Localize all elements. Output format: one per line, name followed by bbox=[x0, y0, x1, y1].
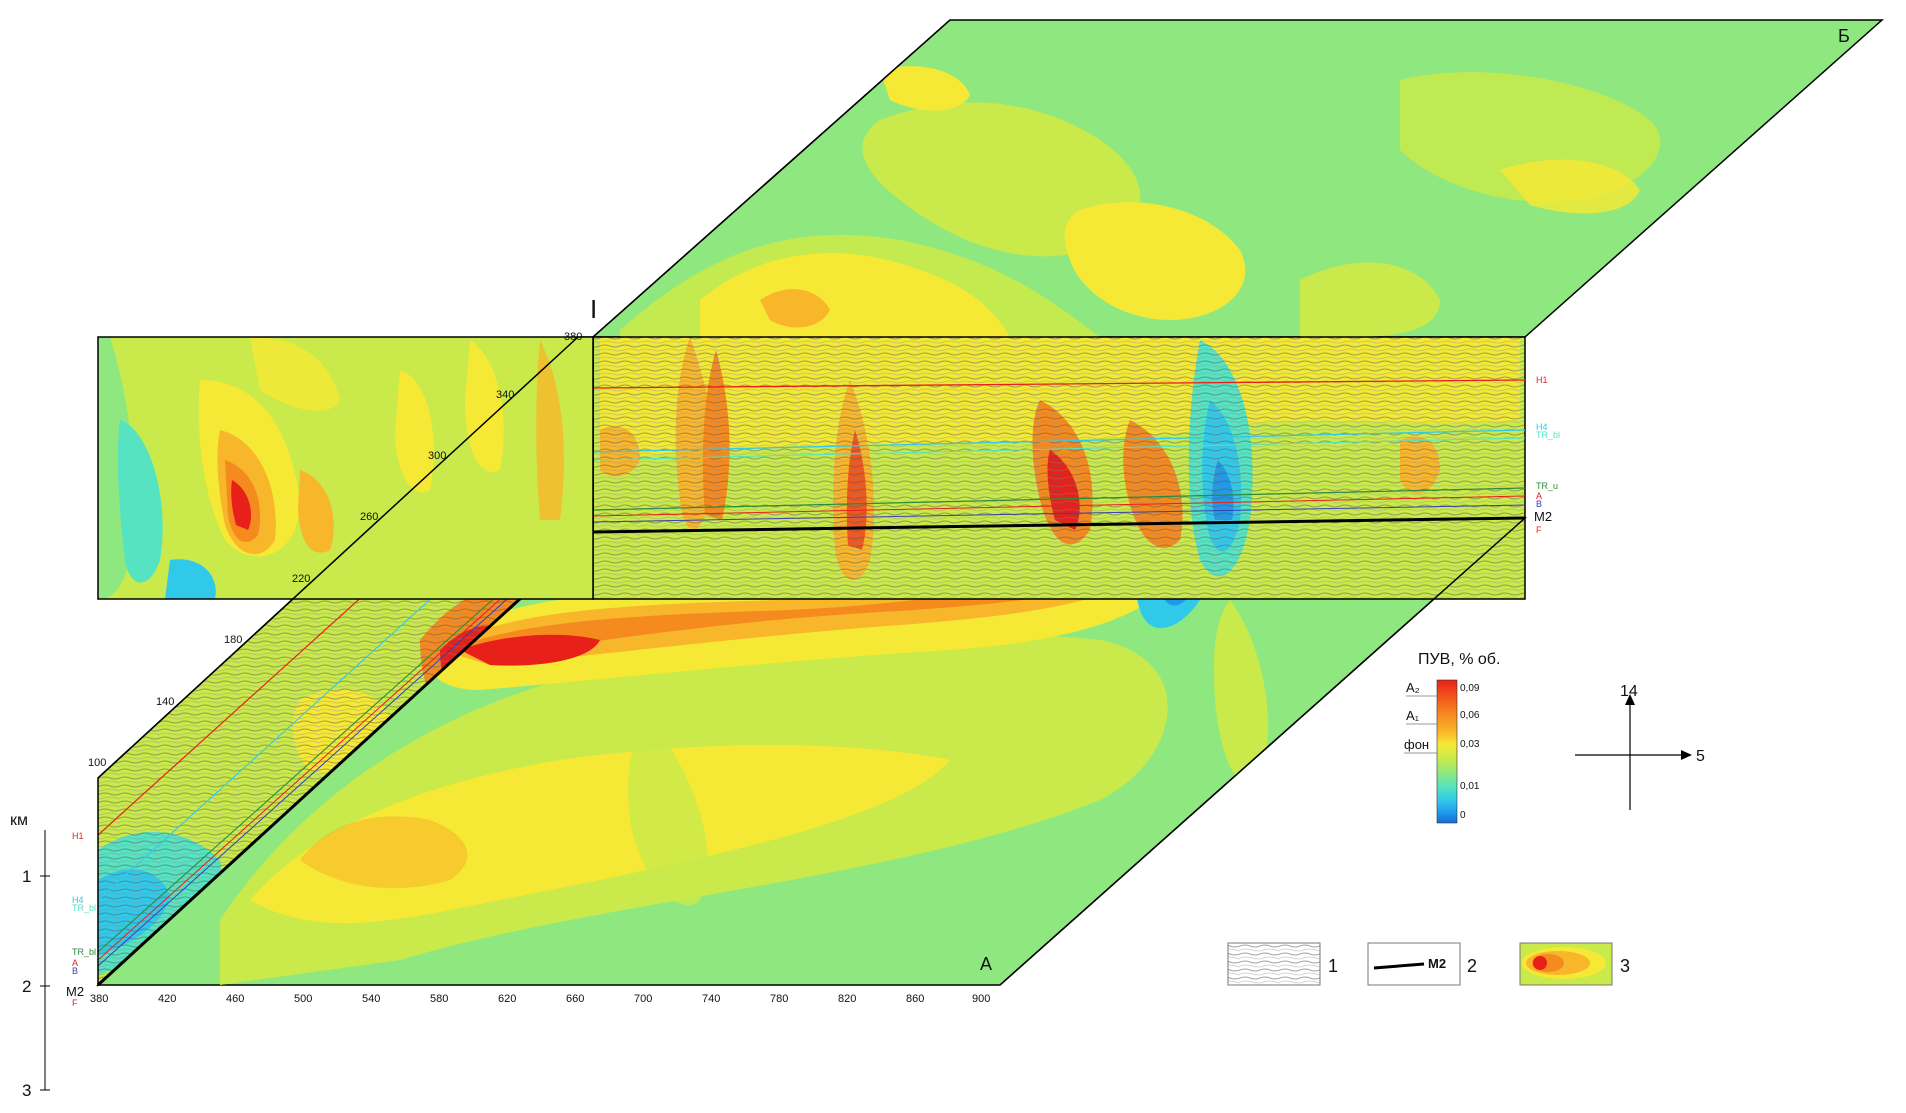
tick-label: 220 bbox=[292, 573, 310, 585]
km-tick: 2 bbox=[22, 977, 31, 996]
km-tick: 3 bbox=[22, 1081, 31, 1100]
scale-marker: A₂ bbox=[1406, 680, 1420, 695]
horizon-label: H1 bbox=[72, 831, 84, 841]
cube-diagram: Б А I 380 420 460 500 540 580 620 660 70… bbox=[10, 19, 1884, 1100]
tick-label: 260 bbox=[360, 511, 378, 523]
horizon-label: F bbox=[1536, 525, 1542, 535]
km-unit: км bbox=[10, 812, 28, 829]
tick-label: 580 bbox=[430, 993, 448, 1005]
tick-label: 420 bbox=[158, 993, 176, 1005]
horizon-label: TR_bl bbox=[1536, 430, 1560, 440]
tick-label: 140 bbox=[156, 696, 174, 708]
tick-label: 820 bbox=[838, 993, 856, 1005]
scale-tick: 0,01 bbox=[1460, 781, 1480, 792]
color-scale: ПУВ, % об. 0,09 0,06 0,03 0,01 0 A₂ A₁ ф… bbox=[1404, 651, 1500, 824]
horizon-label: H1 bbox=[1536, 375, 1548, 385]
compass-east: 5 bbox=[1696, 748, 1705, 765]
right-section bbox=[592, 336, 1526, 600]
legend-number: 1 bbox=[1328, 956, 1338, 976]
tick-label: 380 bbox=[564, 331, 582, 343]
tick-label: 660 bbox=[566, 993, 584, 1005]
scale-tick: 0,06 bbox=[1460, 710, 1480, 721]
legend-number: 2 bbox=[1467, 956, 1477, 976]
horizon-labels-right: H1 H4 TR_bl TR_u A B M2 F bbox=[1534, 375, 1560, 535]
horizon-label: B bbox=[72, 966, 78, 976]
tick-label: 780 bbox=[770, 993, 788, 1005]
scale-tick: 0 bbox=[1460, 810, 1466, 821]
legend-horizon-text: M2 bbox=[1428, 956, 1446, 971]
compass: 14 5 bbox=[1575, 683, 1705, 810]
left-panel bbox=[97, 336, 594, 600]
tick-label: 380 bbox=[90, 993, 108, 1005]
legend-number: 3 bbox=[1620, 956, 1630, 976]
tick-label: 500 bbox=[294, 993, 312, 1005]
bottom-ticks: 380 420 460 500 540 580 620 660 700 740 … bbox=[90, 993, 990, 1005]
tick-label: 180 bbox=[224, 634, 242, 646]
scale-tick: 0,09 bbox=[1460, 683, 1480, 694]
tick-label: 340 bbox=[496, 389, 514, 401]
tick-label: 740 bbox=[702, 993, 720, 1005]
corner-label-a: А bbox=[980, 954, 992, 974]
tick-label: 860 bbox=[906, 993, 924, 1005]
km-axis: км 1 2 3 bbox=[10, 812, 50, 1100]
section-label: I bbox=[590, 294, 597, 324]
legend-anomaly-swatch bbox=[1519, 942, 1613, 986]
tick-label: 300 bbox=[428, 450, 446, 462]
scale-marker: A₁ bbox=[1406, 708, 1420, 723]
tick-label: 460 bbox=[226, 993, 244, 1005]
compass-north: 14 bbox=[1620, 683, 1638, 700]
tick-label: 540 bbox=[362, 993, 380, 1005]
horizon-label: TR_u bbox=[1536, 481, 1558, 491]
color-scale-title: ПУВ, % об. bbox=[1418, 651, 1500, 668]
horizon-label: TR_bl bbox=[72, 903, 96, 913]
horizon-labels-left: H1 H4 TR_bl TR_bl A B M2 F bbox=[66, 831, 96, 1008]
horizon-label: F bbox=[72, 998, 78, 1008]
horizon-label: M2 bbox=[1534, 509, 1552, 524]
scale-marker: фон bbox=[1404, 737, 1429, 752]
legend: 1 M2 2 3 bbox=[1227, 942, 1630, 986]
scale-tick: 0,03 bbox=[1460, 739, 1480, 750]
top-surface bbox=[591, 19, 1884, 338]
horizon-label: TR_bl bbox=[72, 947, 96, 957]
tick-label: 700 bbox=[634, 993, 652, 1005]
horizon-label: B bbox=[1536, 499, 1542, 509]
tick-label: 100 bbox=[88, 757, 106, 769]
km-tick: 1 bbox=[22, 867, 31, 886]
tick-label: 620 bbox=[498, 993, 516, 1005]
horizon-label: M2 bbox=[66, 984, 84, 999]
corner-label-b: Б bbox=[1838, 26, 1850, 46]
tick-label: 900 bbox=[972, 993, 990, 1005]
